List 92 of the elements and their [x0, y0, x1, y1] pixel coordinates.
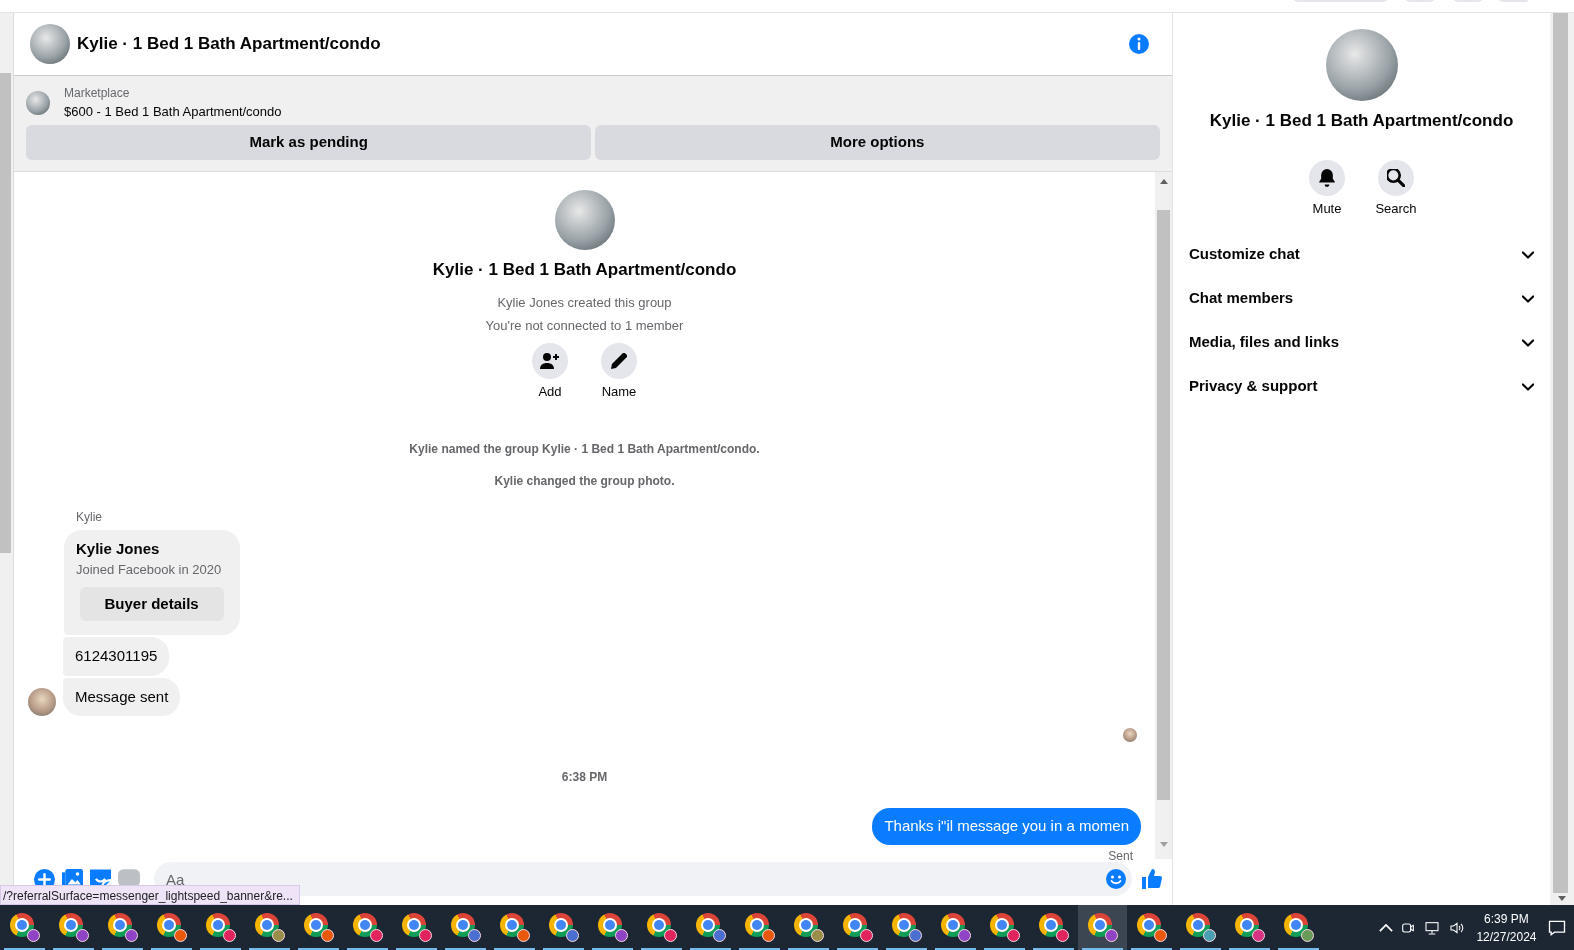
section-label: Chat members: [1189, 288, 1294, 309]
chat-title: Kylie · 1 Bed 1 Bath Apartment/condo: [77, 33, 382, 56]
section-row[interactable]: Customize chat: [1173, 232, 1550, 277]
scrollbar-thumb[interactable]: [1553, 13, 1568, 893]
photo-placeholder: [30, 24, 70, 64]
message-bubble: 6124301195: [63, 637, 170, 676]
section-label: Media, files and links: [1189, 332, 1340, 353]
chevron-down-icon: [1522, 382, 1534, 391]
group-action-button[interactable]: [532, 342, 568, 379]
listing-action-button[interactable]: More options: [594, 125, 1160, 160]
event-text: Kylie named the group Kylie · 1 Bed 1 Bath Apartment/condo.: [409, 440, 760, 458]
browser-icon: [695, 913, 726, 942]
browser-icon: [744, 913, 775, 942]
side-action-button[interactable]: [1309, 159, 1345, 196]
pencil-icon: [611, 352, 627, 369]
action-label: Name: [601, 383, 637, 401]
sender-name: Kylie: [76, 508, 103, 526]
browser-icon: [842, 913, 873, 942]
seen-avatar: [1123, 728, 1137, 742]
photo-placeholder: [26, 90, 50, 115]
browser-icon: [1136, 913, 1167, 942]
action-label: Add: [538, 383, 562, 401]
browser-icon: [401, 913, 432, 942]
section-label: Privacy & support: [1189, 376, 1318, 397]
scrollbar-thumb[interactable]: [0, 73, 11, 553]
network-icon[interactable]: [1422, 919, 1441, 936]
message-bubble: Message sent: [63, 677, 181, 716]
profile-name: Kylie Jones: [76, 538, 161, 559]
chevron-up-icon[interactable]: [1378, 923, 1393, 932]
browser-icon: [499, 913, 530, 942]
profile-subtitle: Joined Facebook in 2020: [76, 561, 223, 579]
browser-icon: [205, 913, 236, 942]
delivery-status: Sent: [1107, 847, 1133, 865]
browser-icon: [107, 913, 138, 942]
browser-icon: [1185, 913, 1216, 942]
taskbar-app-button[interactable]: [1078, 905, 1127, 950]
outgoing-message-bubble: Thanks i"il message you in a momen: [872, 808, 1141, 845]
browser-icon: [303, 913, 334, 942]
section-label: Customize chat: [1189, 244, 1300, 265]
section-row[interactable]: Media, files and links: [1173, 320, 1550, 365]
browser-icon: [254, 913, 285, 942]
browser-icon: [891, 913, 922, 942]
clock-time: 6:39 PM: [1483, 910, 1530, 928]
browser-icon: [597, 913, 628, 942]
browser-icon: [450, 913, 481, 942]
emoji-icon: [1105, 869, 1126, 889]
group-title: Kylie · 1 Bed 1 Bath Apartment/condo: [432, 259, 737, 281]
clock[interactable]: 6:39 PM 12/27/2024: [1476, 909, 1537, 946]
chevron-down-icon: [1522, 338, 1534, 347]
clock-date: 12/27/2024: [1476, 928, 1537, 946]
section-row[interactable]: Privacy & support: [1173, 364, 1550, 409]
buyer-details-button[interactable]: Buyer details: [79, 586, 224, 621]
thumbs-up-icon: [1142, 869, 1162, 889]
browser-icon: [940, 913, 971, 942]
group-info-text: You're not connected to 1 member: [485, 317, 684, 335]
listing-title: $600 - 1 Bed 1 Bath Apartment/condo: [64, 103, 282, 121]
scroll-up-arrow[interactable]: [1160, 179, 1168, 184]
section-row[interactable]: Chat members: [1173, 276, 1550, 321]
browser-icon: [352, 913, 383, 942]
chevron-down-icon: [1522, 250, 1534, 259]
browser-icon: [793, 913, 824, 942]
browser-icon: [646, 913, 677, 942]
browser-icon: [1283, 913, 1314, 942]
action-label: Mute: [1312, 200, 1342, 218]
side-action-button[interactable]: [1378, 159, 1414, 196]
emoji-button[interactable]: [1105, 869, 1126, 889]
info-button[interactable]: [1129, 34, 1149, 54]
scrollbar-thumb[interactable]: [1157, 210, 1170, 800]
add-person-icon: [540, 352, 560, 369]
action-label: Search: [1375, 200, 1417, 218]
info-icon: [1129, 34, 1149, 54]
browser-icon: [9, 913, 40, 942]
browser-icon: [1234, 913, 1265, 942]
browser-icon: [1038, 913, 1069, 942]
bell-icon: [1318, 168, 1336, 187]
like-button[interactable]: [1142, 869, 1162, 889]
url-tooltip: /?referralSurface=messenger_lightspeed_banner&re...: [0, 885, 300, 905]
browser-icon: [989, 913, 1020, 942]
chevron-down-icon: [1522, 294, 1534, 303]
timestamp: 6:38 PM: [560, 769, 609, 786]
group-info-text: Kylie Jones created this group: [497, 293, 672, 312]
group-action-button[interactable]: [601, 342, 637, 379]
side-panel-title: Kylie · 1 Bed 1 Bath Apartment/condo: [1209, 110, 1514, 132]
browser-icon: [58, 913, 89, 942]
event-text: Kylie changed the group photo.: [494, 472, 675, 490]
listing-source: Marketplace: [64, 85, 131, 102]
speaker-icon[interactable]: [1447, 919, 1466, 936]
listing-action-button[interactable]: Mark as pending: [26, 125, 592, 160]
browser-icon: [1087, 913, 1118, 942]
browser-icon: [156, 913, 187, 942]
search-icon: [1387, 168, 1405, 187]
browser-icon: [548, 913, 579, 942]
